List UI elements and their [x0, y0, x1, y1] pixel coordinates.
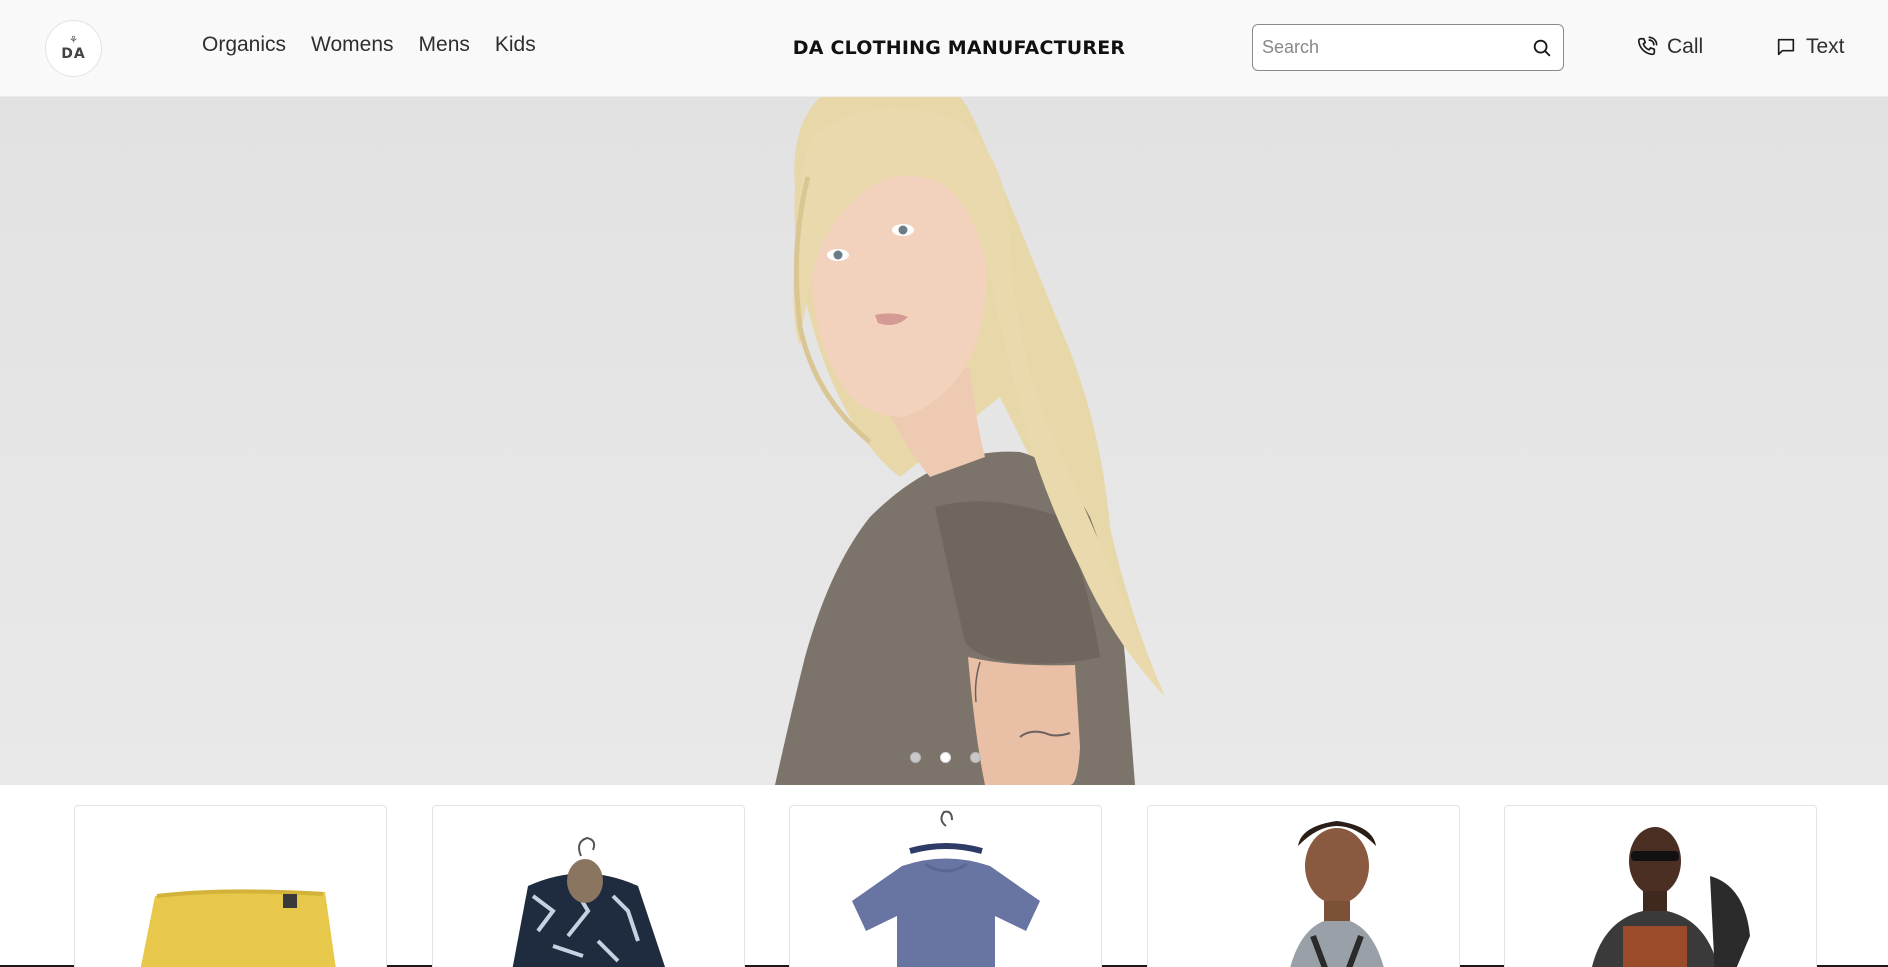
product-card-1[interactable] [74, 805, 387, 967]
call-label: Call [1667, 35, 1704, 58]
graphic-tee-model-image [1591, 827, 1750, 967]
patterned-jacket-image [512, 836, 665, 967]
product-card-4[interactable] [1147, 805, 1460, 967]
search-box [1252, 24, 1564, 71]
site-header: ⚘ DA Organics Womens Mens Kids DA CLOTHI… [0, 0, 1888, 97]
tank-top-model-image [1290, 821, 1384, 967]
text-button[interactable]: Text [1775, 35, 1845, 59]
product-strip [0, 785, 1888, 967]
text-label: Text [1806, 35, 1845, 58]
carousel-indicators [0, 752, 1888, 766]
carousel-dot-2[interactable] [940, 752, 951, 763]
product-card-2[interactable] [432, 805, 745, 967]
yellow-shorts-image [140, 889, 336, 967]
phone-icon [1637, 36, 1658, 56]
search-icon[interactable] [1531, 37, 1553, 59]
product-card-3[interactable] [789, 805, 1102, 967]
carousel-dot-3[interactable] [970, 752, 981, 763]
product-card-5[interactable] [1504, 805, 1817, 967]
brand-title: DA CLOTHING MANUFACTURER [792, 37, 1126, 59]
blue-tshirt-image [852, 810, 1040, 967]
chat-icon [1777, 38, 1795, 56]
call-button[interactable]: Call [1636, 35, 1703, 59]
hero-carousel[interactable] [0, 97, 1888, 785]
hero-model-image [775, 97, 1165, 785]
carousel-dot-1[interactable] [910, 752, 921, 763]
search-input[interactable] [1262, 25, 1517, 70]
